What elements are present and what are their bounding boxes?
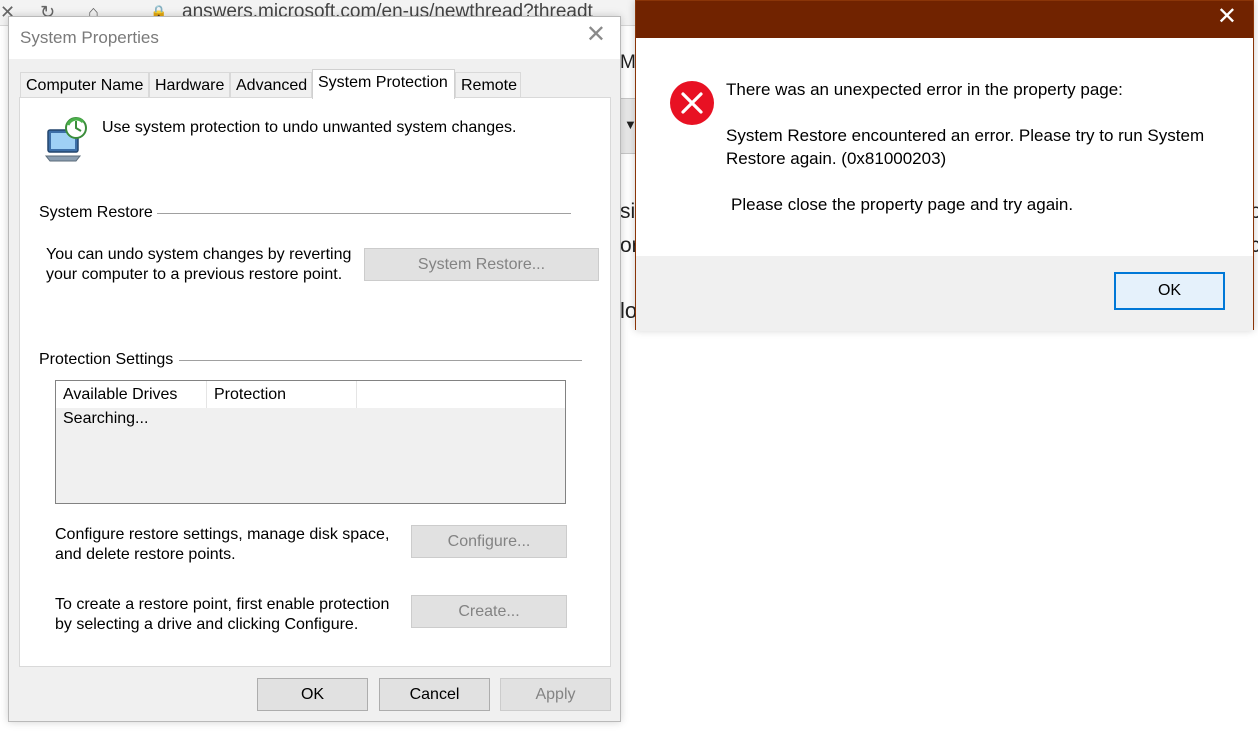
error-icon [670, 81, 714, 125]
error-message-line: Please close the property page and try a… [731, 195, 1074, 214]
create-desc: by selecting a drive and clicking Config… [55, 616, 359, 633]
close-icon[interactable]: ✕ [1217, 5, 1237, 29]
system-protection-icon [44, 117, 87, 162]
tab-hardware[interactable]: Hardware [149, 72, 230, 98]
protection-settings-heading: Protection Settings [39, 351, 174, 368]
system-restore-desc: You can undo system changes by reverting [46, 246, 352, 263]
tab-system-protection[interactable]: System Protection [312, 69, 455, 99]
configure-desc: Configure restore settings, manage disk … [55, 526, 390, 543]
tab-advanced[interactable]: Advanced [230, 72, 312, 98]
drives-list[interactable]: Available Drives Protection Searching... [55, 380, 566, 504]
create-desc: To create a restore point, first enable … [55, 596, 390, 613]
close-icon[interactable]: ✕ [586, 23, 606, 47]
error-message-line: There was an unexpected error in the pro… [726, 80, 1123, 99]
error-title-bar: ✕ [636, 1, 1253, 38]
system-protection-panel: Use system protection to undo unwanted s… [19, 97, 611, 667]
column-available-drives[interactable]: Available Drives [56, 381, 207, 408]
cancel-button[interactable]: Cancel [379, 678, 490, 711]
configure-desc: and delete restore points. [55, 546, 236, 563]
column-protection[interactable]: Protection [207, 381, 357, 408]
list-status-row: Searching... [63, 410, 149, 427]
error-message-line: Restore again. (0x81000203) [726, 149, 947, 168]
intro-text: Use system protection to undo unwanted s… [102, 119, 517, 136]
error-dialog-footer: OK [636, 256, 1253, 331]
system-restore-button[interactable]: System Restore... [364, 248, 599, 281]
system-restore-desc: your computer to a previous restore poin… [46, 266, 343, 283]
error-dialog: ✕ There was an unexpected error in the p… [635, 0, 1254, 331]
tab-computer-name[interactable]: Computer Name [20, 72, 149, 98]
list-header: Available Drives Protection [56, 381, 565, 408]
system-properties-dialog: System Properties ✕ Computer Name Hardwa… [8, 16, 621, 722]
group-divider [179, 360, 582, 361]
error-ok-button[interactable]: OK [1114, 272, 1225, 310]
title-bar: System Properties ✕ [9, 17, 620, 59]
tab-remote[interactable]: Remote [455, 72, 521, 98]
error-message-line: System Restore encountered an error. Ple… [726, 126, 1205, 145]
apply-button[interactable]: Apply [500, 678, 611, 711]
ok-button[interactable]: OK [257, 678, 368, 711]
configure-button[interactable]: Configure... [411, 525, 567, 558]
group-divider [157, 213, 571, 214]
create-button[interactable]: Create... [411, 595, 567, 628]
dialog-title: System Properties [20, 28, 159, 47]
system-restore-heading: System Restore [39, 204, 153, 221]
